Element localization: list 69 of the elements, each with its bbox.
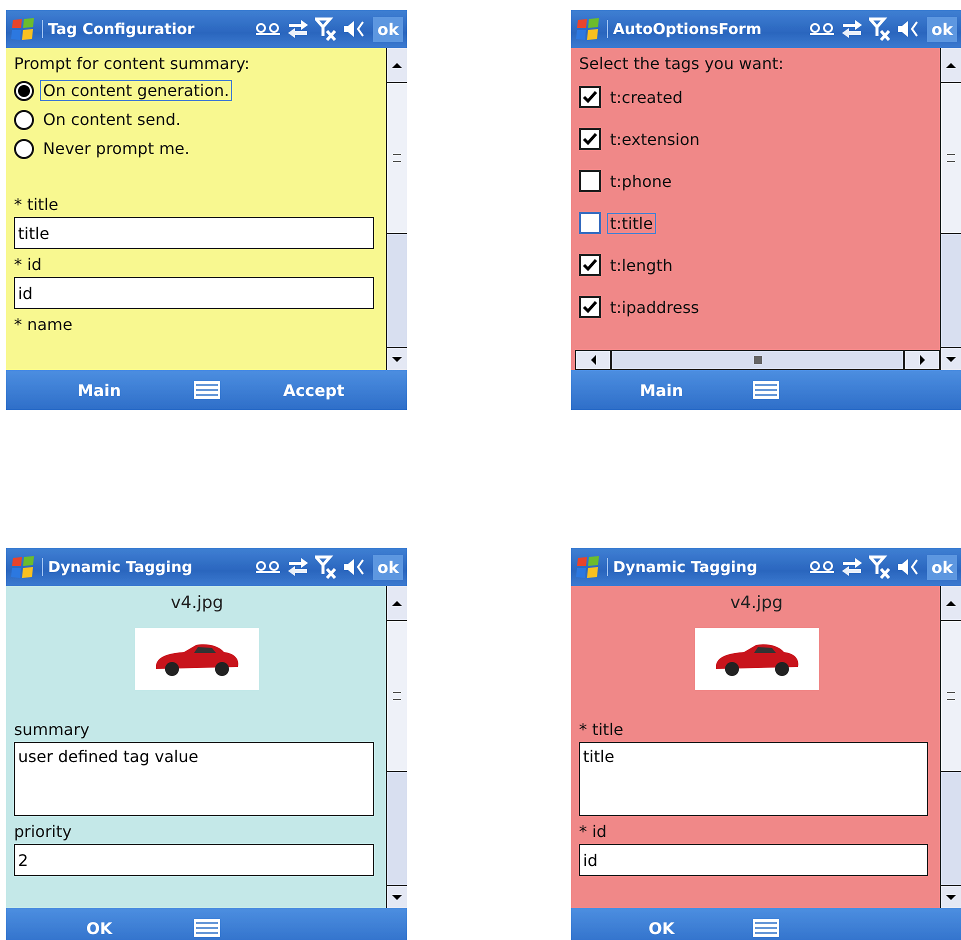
vertical-scrollbar[interactable]: [386, 48, 407, 370]
voicemail-icon[interactable]: [255, 23, 282, 35]
window-title: Dynamic Tagging: [607, 558, 804, 576]
no-signal-icon[interactable]: [869, 554, 892, 580]
vertical-scrollbar[interactable]: [940, 48, 961, 370]
windows-flag-icon[interactable]: [575, 554, 601, 580]
input-field[interactable]: id: [14, 277, 374, 309]
sync-arrows-icon[interactable]: [287, 557, 310, 577]
field-label: * title: [14, 194, 60, 216]
no-signal-icon[interactable]: [869, 16, 892, 42]
checkbox-label[interactable]: t:length: [607, 254, 676, 276]
vertical-scrollbar[interactable]: [940, 586, 961, 908]
field-label: * id: [14, 254, 43, 276]
windows-flag-icon[interactable]: [575, 16, 601, 42]
checkbox-label[interactable]: t:phone: [607, 170, 675, 192]
no-signal-icon[interactable]: [315, 16, 338, 42]
window-title: Tag Configuratior: [42, 20, 250, 38]
field-label: * name: [14, 314, 74, 336]
sync-arrows-icon[interactable]: [841, 19, 864, 39]
radio-label[interactable]: On content generation.: [40, 80, 232, 101]
input-field[interactable]: 2: [14, 844, 374, 876]
field-label: priority: [14, 821, 73, 843]
left-softkey[interactable]: Main: [634, 378, 690, 402]
sync-arrows-icon[interactable]: [287, 19, 310, 39]
window-title: Dynamic Tagging: [42, 558, 250, 576]
radio-button[interactable]: [14, 80, 34, 100]
checkbox[interactable]: [579, 296, 601, 318]
radio-label[interactable]: Never prompt me.: [40, 138, 193, 159]
keyboard-icon[interactable]: [752, 918, 780, 938]
field-label: summary: [14, 719, 90, 741]
keyboard-icon[interactable]: [752, 380, 780, 400]
field-label: * title: [579, 719, 624, 741]
text-area[interactable]: user defined tag value: [14, 742, 374, 816]
no-signal-icon[interactable]: [315, 554, 338, 580]
checkbox-label[interactable]: t:ipaddress: [607, 296, 702, 318]
checkbox[interactable]: [579, 128, 601, 150]
input-field[interactable]: id: [579, 844, 928, 876]
right-softkey[interactable]: Accept: [277, 378, 350, 402]
checkbox-label[interactable]: t:created: [607, 86, 686, 108]
radio-label[interactable]: On content send.: [40, 109, 184, 130]
file-name: v4.jpg: [170, 592, 224, 615]
voicemail-icon[interactable]: [255, 561, 282, 573]
checkbox-label[interactable]: t:extension: [607, 128, 703, 150]
sync-arrows-icon[interactable]: [841, 557, 864, 577]
checkbox[interactable]: [579, 170, 601, 192]
checkbox-label[interactable]: t:title: [607, 212, 656, 234]
window-title: AutoOptionsForm: [607, 20, 804, 38]
text-area[interactable]: title: [579, 742, 928, 816]
checkbox[interactable]: [579, 212, 601, 234]
field-label: Select the tags you want:: [579, 53, 785, 75]
checkbox[interactable]: [579, 254, 601, 276]
file-name: v4.jpg: [729, 592, 784, 615]
vertical-scrollbar[interactable]: [386, 586, 407, 908]
keyboard-icon[interactable]: [192, 918, 220, 938]
radio-button[interactable]: [14, 138, 34, 158]
field-label: * id: [579, 821, 608, 843]
voicemail-icon[interactable]: [809, 23, 836, 35]
left-softkey[interactable]: OK: [642, 916, 680, 940]
windows-flag-icon[interactable]: [10, 16, 36, 42]
checkbox[interactable]: [579, 86, 601, 108]
field-label: Prompt for content summary:: [14, 53, 251, 75]
keyboard-icon[interactable]: [192, 380, 220, 400]
input-field[interactable]: title: [14, 217, 374, 249]
windows-flag-icon[interactable]: [10, 554, 36, 580]
voicemail-icon[interactable]: [809, 561, 836, 573]
left-softkey[interactable]: OK: [80, 916, 118, 940]
horizontal-scrollbar[interactable]: [575, 350, 940, 370]
radio-button[interactable]: [14, 110, 34, 130]
left-softkey[interactable]: Main: [71, 378, 128, 402]
